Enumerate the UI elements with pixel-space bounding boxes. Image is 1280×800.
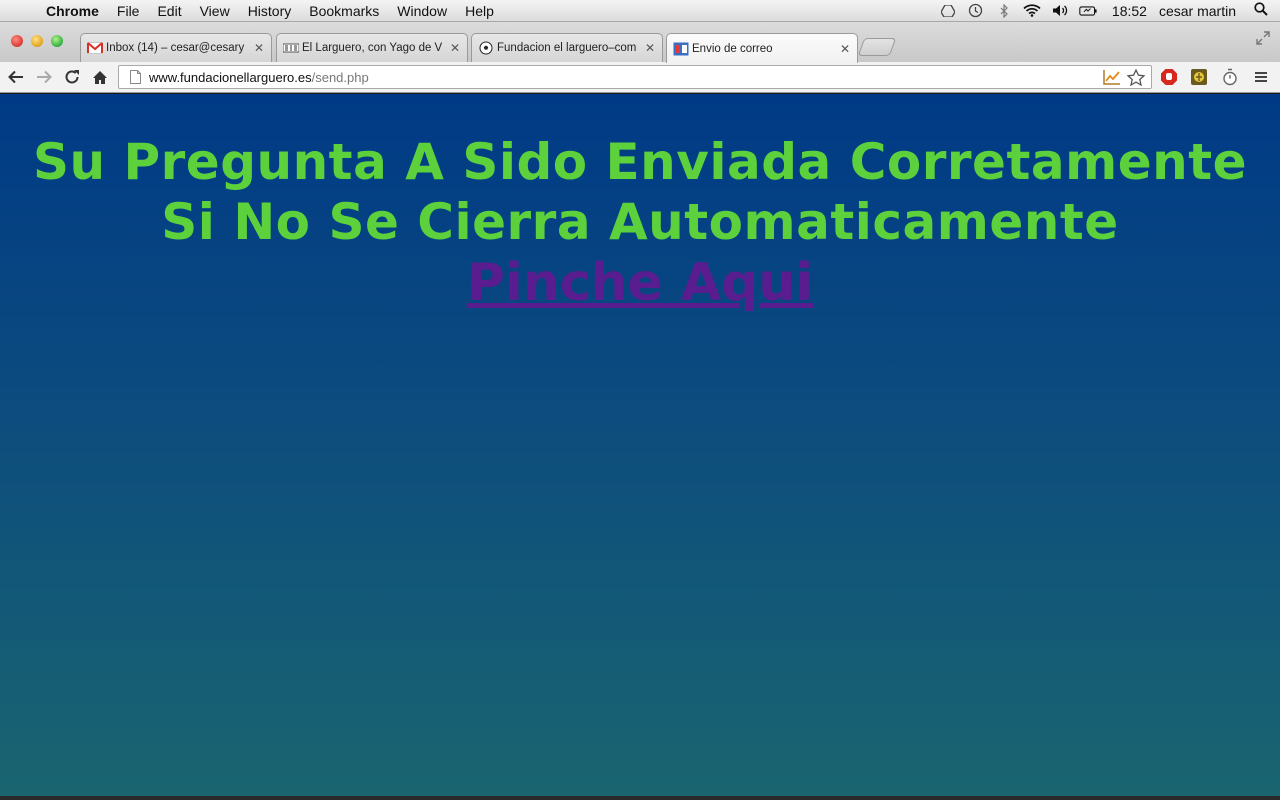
adblock-extension-icon[interactable] xyxy=(1159,67,1179,87)
volume-icon[interactable] xyxy=(1051,3,1069,19)
gmail-icon xyxy=(87,40,103,56)
tab-close-icon[interactable]: ✕ xyxy=(644,41,656,55)
bluetooth-icon[interactable] xyxy=(995,3,1013,19)
gold-extension-icon[interactable] xyxy=(1189,67,1209,87)
timer-extension-icon[interactable] xyxy=(1220,67,1240,87)
time-machine-icon[interactable] xyxy=(967,3,985,19)
tab-title: El Larguero, con Yago de V xyxy=(302,42,443,54)
home-icon[interactable] xyxy=(89,66,111,88)
browser-toolbar: www.fundacionellarguero.es/send.php xyxy=(0,62,1280,93)
menu-file[interactable]: File xyxy=(108,3,149,19)
menu-view[interactable]: View xyxy=(191,3,239,19)
menubar-clock[interactable]: 18:52 xyxy=(1112,3,1147,19)
ser-icon xyxy=(283,40,299,56)
tab-el-larguero[interactable]: El Larguero, con Yago de V ✕ xyxy=(276,33,468,62)
tab-title: Fundacion el larguero–com xyxy=(497,42,637,54)
tab-strip: Inbox (14) – cesar@cesary ✕ El Larguero,… xyxy=(0,22,1280,63)
battery-icon[interactable] xyxy=(1079,3,1097,19)
tab-title: Envio de correo xyxy=(692,42,773,55)
address-bar[interactable]: www.fundacionellarguero.es/send.php xyxy=(118,65,1152,89)
heading-line-1: Su Pregunta A Sido Enviada Corretamente xyxy=(32,133,1248,191)
spotlight-search-icon[interactable] xyxy=(1254,2,1268,19)
page-viewport: Su Pregunta A Sido Enviada Corretamente … xyxy=(0,94,1280,800)
page-document-icon xyxy=(127,69,143,85)
page-icon xyxy=(673,41,689,57)
forward-arrow-icon[interactable] xyxy=(33,66,55,88)
heading-line-2: Si No Se Cierra Automaticamente xyxy=(161,193,1119,251)
confirmation-heading: Su Pregunta A Sido Enviada Corretamente … xyxy=(0,132,1280,252)
bookmark-star-icon[interactable] xyxy=(1127,68,1147,86)
tab-fundacion[interactable]: Fundacion el larguero–com ✕ xyxy=(471,33,663,62)
minimize-window-button[interactable] xyxy=(31,35,43,47)
fullscreen-icon[interactable] xyxy=(1256,31,1270,48)
tab-close-icon[interactable]: ✕ xyxy=(253,41,265,55)
menu-help[interactable]: Help xyxy=(456,3,503,19)
tab-gmail-inbox[interactable]: Inbox (14) – cesar@cesary ✕ xyxy=(80,33,272,62)
url-host: www.fundacionellarguero.es xyxy=(149,69,312,85)
menu-bookmarks[interactable]: Bookmarks xyxy=(300,3,388,19)
menubar-user[interactable]: cesar martin xyxy=(1159,3,1236,19)
new-tab-button[interactable] xyxy=(857,38,897,56)
chrome-menu-icon[interactable] xyxy=(1251,67,1271,87)
menu-history[interactable]: History xyxy=(239,3,301,19)
menu-window[interactable]: Window xyxy=(388,3,456,19)
chart-extension-icon[interactable] xyxy=(1103,69,1123,85)
tab-close-icon[interactable]: ✕ xyxy=(449,41,461,55)
zoom-window-button[interactable] xyxy=(51,35,63,47)
tab-close-icon[interactable]: ✕ xyxy=(839,42,851,56)
tab-title: Inbox (14) – cesar@cesary xyxy=(106,42,245,54)
wifi-icon[interactable] xyxy=(1023,3,1041,19)
tab-envio-de-correo[interactable]: Envio de correo ✕ xyxy=(666,33,858,63)
pinche-aqui-link[interactable]: Pinche Aqui xyxy=(467,253,813,313)
close-window-button[interactable] xyxy=(11,35,23,47)
soccer-ball-icon xyxy=(478,40,494,56)
reload-icon[interactable] xyxy=(61,66,83,88)
menu-app-chrome[interactable]: Chrome xyxy=(40,3,108,19)
menu-edit[interactable]: Edit xyxy=(148,3,190,19)
link-container: Pinche Aqui xyxy=(0,252,1280,314)
drive-icon[interactable] xyxy=(939,3,957,19)
window-bottom-edge xyxy=(0,796,1280,800)
menu-bar: Chrome File Edit View History Bookmarks … xyxy=(0,0,1280,22)
url-path: /send.php xyxy=(311,69,369,85)
back-arrow-icon[interactable] xyxy=(5,66,27,88)
